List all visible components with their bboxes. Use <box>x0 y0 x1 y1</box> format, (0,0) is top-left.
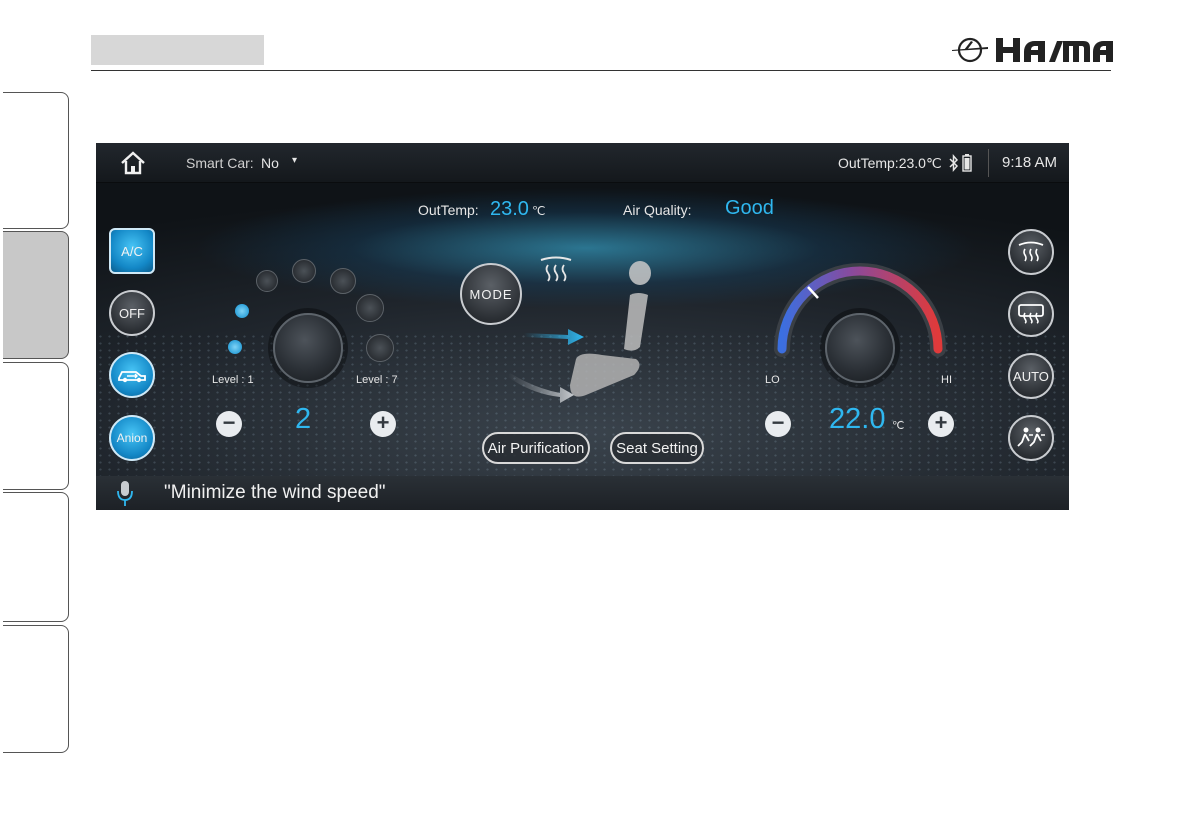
lower-airflow-arrow-icon <box>508 373 574 403</box>
fan-decrease-button[interactable]: − <box>216 411 242 437</box>
out-temp-label: OutTemp: <box>418 202 479 218</box>
front-defrost-button[interactable] <box>1008 229 1054 275</box>
clock: 9:18 AM <box>1002 154 1058 171</box>
fan-level-7-icon <box>366 334 394 362</box>
home-icon[interactable] <box>120 151 146 175</box>
temperature-knob[interactable] <box>825 313 895 383</box>
temperature-unit: ℃ <box>892 420 905 432</box>
fan-speed-knob[interactable] <box>273 313 343 383</box>
side-tab-5[interactable] <box>3 625 69 753</box>
status-divider <box>988 149 989 177</box>
seat-setting-button[interactable]: Seat Setting <box>610 432 704 464</box>
out-temp-unit: ℃ <box>532 204 546 218</box>
seat-icon <box>570 261 651 397</box>
recirculation-button[interactable] <box>109 352 155 398</box>
anion-button-label: Anion <box>116 431 148 445</box>
fan-level-6-icon <box>356 294 384 322</box>
side-tab-1[interactable] <box>3 92 69 229</box>
out-temp-value: 23.0 <box>490 198 529 220</box>
fan-level-min-label: Level : 1 <box>212 374 254 386</box>
rear-defrost-icon <box>1018 304 1044 324</box>
ac-button-label: A/C <box>121 243 143 259</box>
smart-car-label: Smart Car: <box>186 155 254 171</box>
fan-level-4-icon <box>292 259 316 283</box>
fan-level-max-label: Level : 7 <box>356 374 398 386</box>
status-out-temp: OutTemp:23.0℃ <box>838 155 942 171</box>
haima-wordmark-icon <box>996 38 1113 62</box>
microphone-icon[interactable] <box>116 479 134 507</box>
front-defrost-icon <box>1018 241 1044 262</box>
air-quality-label: Air Quality: <box>623 202 692 218</box>
seat-setting-label: Seat Setting <box>616 439 698 457</box>
car-recirculation-icon <box>118 371 146 383</box>
air-purification-button[interactable]: Air Purification <box>482 432 590 464</box>
air-purification-label: Air Purification <box>487 439 585 457</box>
haima-emblem-icon <box>952 37 988 63</box>
upper-airflow-arrow-icon <box>524 329 584 345</box>
bluetooth-icon <box>949 154 959 172</box>
dropdown-arrow-icon[interactable]: ▾ <box>292 155 297 166</box>
fan-increase-button[interactable]: + <box>370 411 396 437</box>
voice-assistant-bar: "Minimize the wind speed" <box>96 476 1069 510</box>
temperature-hi-label: HI <box>941 374 952 386</box>
climate-screen: Smart Car: No ▾ OutTemp:23.0℃ 9:18 AM Ou… <box>96 143 1069 510</box>
dual-seat-airflow-icon <box>1017 427 1045 447</box>
off-button[interactable]: OFF <box>109 290 155 336</box>
auto-button-label: AUTO <box>1013 368 1049 384</box>
page-header-box <box>91 35 264 65</box>
side-tab-3[interactable] <box>3 362 69 490</box>
voice-prompt: "Minimize the wind speed" <box>164 482 386 503</box>
auto-button[interactable]: AUTO <box>1008 353 1054 399</box>
side-tab-2[interactable] <box>3 231 69 359</box>
air-quality-value: Good <box>725 197 774 219</box>
fan-level-1-icon <box>228 340 242 354</box>
seat-airflow-diagram <box>508 261 651 403</box>
fan-level-5-icon <box>330 268 356 294</box>
rear-defrost-button[interactable] <box>1008 291 1054 337</box>
status-bar: Smart Car: No ▾ OutTemp:23.0℃ 9:18 AM <box>96 143 1069 183</box>
dual-zone-button[interactable] <box>1008 415 1054 461</box>
side-tab-4[interactable] <box>3 492 69 622</box>
fan-level-2-icon <box>235 304 249 318</box>
smart-car-value[interactable]: No <box>261 155 279 171</box>
page-header-line <box>91 70 1111 71</box>
temperature-increase-button[interactable]: + <box>928 411 954 437</box>
battery-icon <box>962 154 972 172</box>
temperature-lo-label: LO <box>765 374 780 386</box>
haima-logo <box>952 37 1113 63</box>
ac-button[interactable]: A/C <box>109 228 155 274</box>
off-button-label: OFF <box>119 305 145 321</box>
temperature-decrease-button[interactable]: − <box>765 411 791 437</box>
fan-level-3-icon <box>256 270 278 292</box>
anion-button[interactable]: Anion <box>109 415 155 461</box>
temperature-value: 22.0 <box>829 403 886 435</box>
fan-level-value: 2 <box>295 403 312 435</box>
